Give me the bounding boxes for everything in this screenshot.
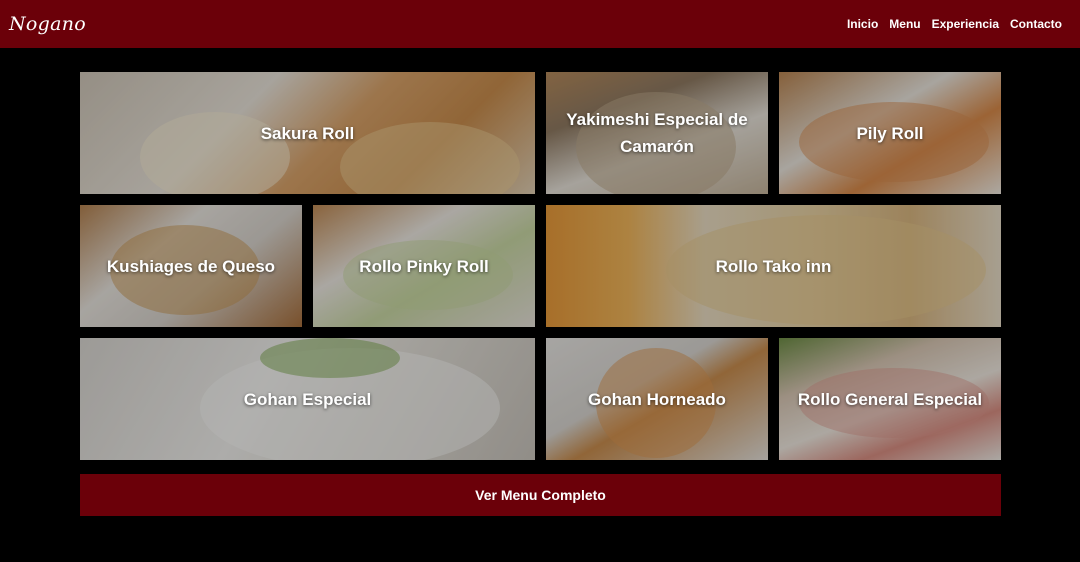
dish-tile-sakura-roll[interactable]: Sakura Roll [80, 72, 535, 194]
dish-title: Gohan Especial [243, 389, 372, 409]
view-full-menu-button[interactable]: Ver Menu Completo [80, 474, 1001, 516]
dish-title: Pily Roll [856, 123, 924, 143]
dish-tile-rollo-general-especial[interactable]: Rollo General Especial [779, 338, 1001, 460]
dish-title: Kushiages de Queso [106, 256, 276, 276]
dish-title: Rollo Tako inn [715, 256, 832, 276]
dish-title: Rollo Pinky Roll [359, 256, 489, 276]
dish-tile-gohan-especial[interactable]: Gohan Especial [80, 338, 535, 460]
dish-title: Yakimeshi Especial de Camarón [566, 110, 748, 156]
dish-title: Gohan Horneado [588, 389, 726, 409]
dish-tile-rollo-pinky-roll[interactable]: Rollo Pinky Roll [313, 205, 535, 327]
dish-tile-pily-roll[interactable]: Pily Roll [779, 72, 1001, 194]
dish-tile-kushiages-de-queso[interactable]: Kushiages de Queso [80, 205, 302, 327]
dish-tile-gohan-horneado[interactable]: Gohan Horneado [546, 338, 768, 460]
dish-title: Sakura Roll [260, 123, 355, 143]
dish-tile-rollo-tako-inn[interactable]: Rollo Tako inn [546, 205, 1001, 327]
dish-tile-yakimeshi-especial-de-camaron[interactable]: Yakimeshi Especial de Camarón [546, 72, 768, 194]
dish-title: Rollo General Especial [797, 389, 983, 409]
